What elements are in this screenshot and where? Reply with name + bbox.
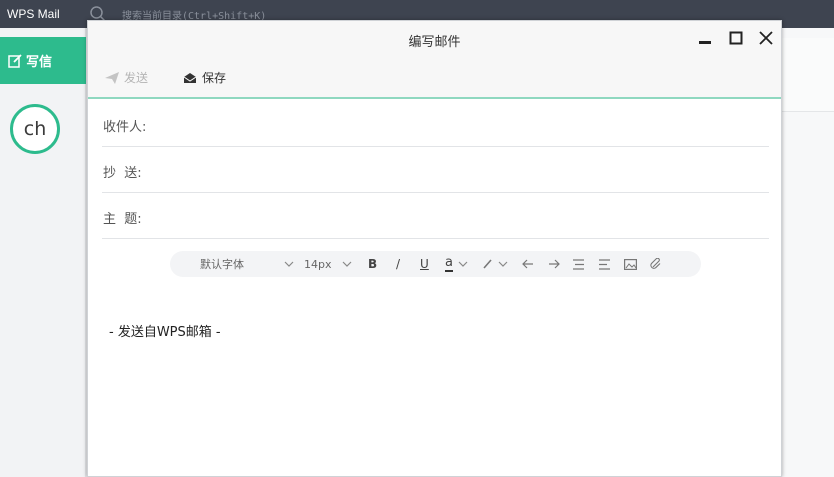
compose-window: 编写邮件 发送 保存 收件人: 抄 送: 主 题: 默认字体 14px B / … — [87, 20, 782, 477]
compose-toolbar: 发送 保存 — [88, 57, 781, 99]
cc-field: 抄 送: — [102, 147, 769, 193]
window-title: 编写邮件 — [408, 35, 461, 50]
compose-label: 写信 — [26, 55, 53, 70]
left-nav — [0, 28, 86, 477]
underline-button[interactable]: U — [420, 251, 429, 277]
save-button[interactable]: 保存 — [183, 69, 226, 86]
subject-field: 主 题: — [102, 193, 769, 239]
cc-label: 抄 送: — [103, 166, 142, 181]
send-button[interactable]: 发送 — [105, 69, 148, 86]
compose-button[interactable]: 写信 — [0, 37, 86, 84]
insert-image-button[interactable] — [624, 251, 637, 277]
maximize-icon — [729, 31, 743, 45]
bold-button[interactable]: B — [368, 251, 377, 277]
font-color-dropdown[interactable] — [458, 251, 468, 277]
cc-input[interactable] — [162, 157, 762, 183]
font-family-dropdown[interactable] — [284, 251, 294, 277]
paperclip-icon — [650, 258, 661, 269]
maximize-button[interactable] — [726, 28, 746, 48]
compose-icon — [8, 53, 22, 68]
attach-button[interactable] — [650, 251, 662, 277]
redo-button[interactable] — [548, 251, 560, 277]
chevron-down-icon — [284, 261, 294, 267]
send-label: 发送 — [124, 71, 149, 85]
font-color-button[interactable]: a — [445, 254, 453, 272]
format-toolbar: 默认字体 14px B / U a — [170, 251, 701, 277]
numbered-list-button[interactable] — [572, 251, 585, 277]
align-button[interactable] — [598, 251, 611, 277]
close-button[interactable] — [756, 28, 776, 48]
undo-button[interactable] — [522, 251, 534, 277]
align-left-icon — [599, 258, 610, 270]
avatar[interactable]: ch — [10, 104, 60, 154]
font-size-dropdown[interactable] — [342, 251, 352, 277]
save-label: 保存 — [202, 71, 227, 85]
minimize-button[interactable] — [695, 28, 715, 48]
highlight-dropdown[interactable] — [498, 251, 508, 277]
minimize-icon — [699, 41, 711, 44]
font-size-value: 14px — [304, 257, 332, 271]
subject-input[interactable] — [162, 203, 762, 229]
right-pane-header — [782, 38, 834, 112]
chevron-down-icon — [342, 261, 352, 267]
window-titlebar[interactable]: 编写邮件 — [88, 21, 781, 57]
send-icon — [105, 71, 119, 84]
app-title: WPS Mail — [7, 7, 60, 21]
right-pane — [782, 28, 834, 477]
subject-label: 主 题: — [103, 212, 142, 227]
font-size-select[interactable]: 14px — [304, 251, 332, 277]
message-body[interactable]: - 发送自WPS邮箱 - — [109, 321, 221, 340]
save-icon — [183, 72, 197, 83]
font-family-value: 默认字体 — [200, 258, 244, 271]
chevron-down-icon — [498, 261, 508, 267]
highlighter-icon — [483, 259, 492, 269]
font-family-select[interactable]: 默认字体 — [200, 251, 244, 277]
to-input[interactable] — [162, 111, 762, 137]
to-label: 收件人: — [103, 120, 147, 135]
to-field: 收件人: — [102, 101, 769, 147]
close-icon — [759, 31, 773, 45]
arrow-right-icon — [549, 259, 560, 269]
highlight-button[interactable] — [482, 251, 494, 277]
list-icon — [573, 258, 584, 270]
image-icon — [624, 258, 637, 270]
chevron-down-icon — [458, 261, 468, 267]
arrow-left-icon — [522, 259, 533, 269]
italic-button[interactable]: / — [396, 251, 400, 277]
